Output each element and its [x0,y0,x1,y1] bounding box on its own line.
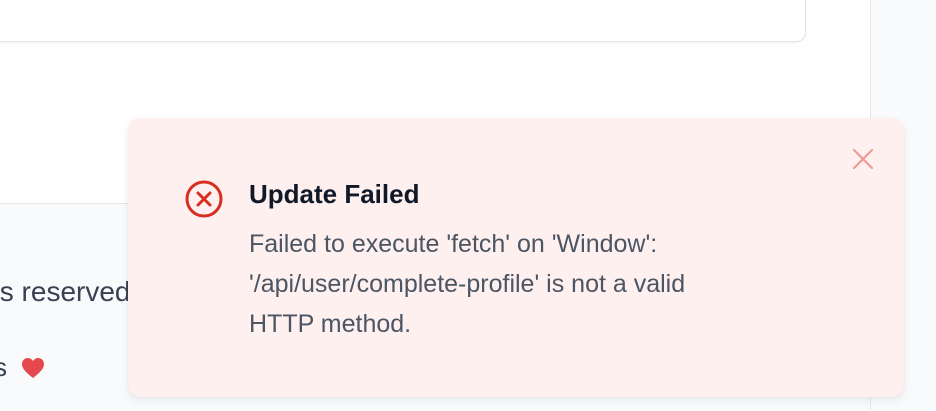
toast-message-line: Failed to execute 'fetch' on 'Window': [249,230,658,258]
footer-made-with-text: s [0,352,7,382]
toast-message: Failed to execute 'fetch' on 'Window': '… [249,224,809,344]
error-toast: Update Failed Failed to execute 'fetch' … [128,118,904,397]
footer-made-with: s [0,352,45,383]
footer-copyright-text: ts reserved. [0,276,139,307]
heart-icon [22,357,44,378]
toast-title: Update Failed [249,179,420,209]
toast-message-line: '/api/user/complete-profile' is not a va… [249,270,686,298]
toast-message-line: HTTP method. [249,310,412,338]
close-icon[interactable] [848,144,878,174]
x-circle-icon [185,180,223,218]
content-card [0,0,806,42]
